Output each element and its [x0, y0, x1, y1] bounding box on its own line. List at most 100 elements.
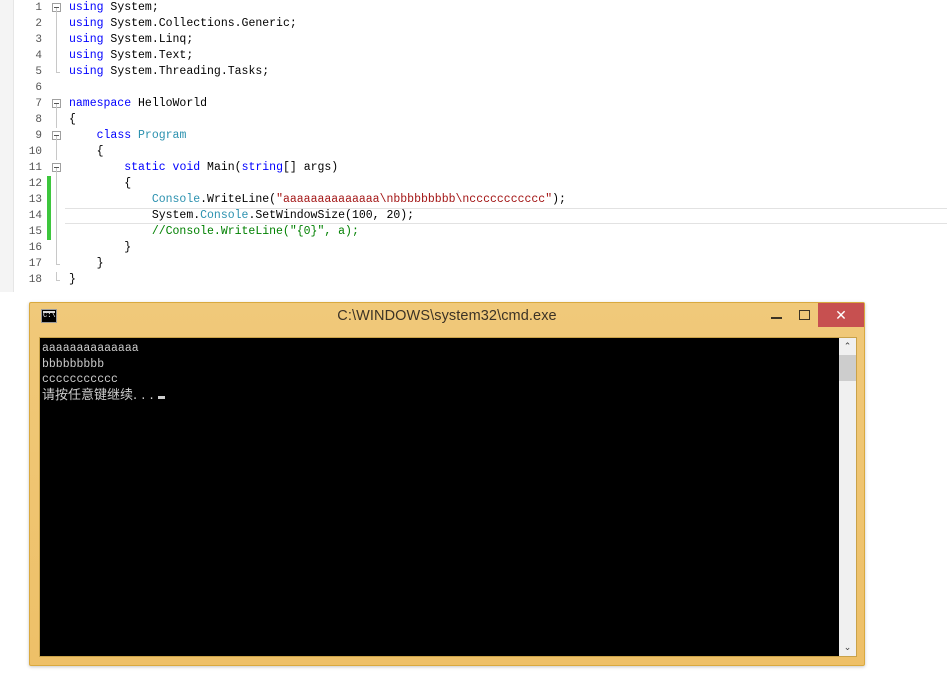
code-token-plain: .SetWindowSize(100, 20);	[248, 209, 415, 222]
code-line[interactable]: 8{	[13, 112, 947, 128]
console-scrollbar[interactable]: ⌃ ⌄	[838, 338, 856, 656]
code-text-wrap	[65, 80, 947, 96]
code-text-wrap: using System;	[65, 0, 947, 16]
fold-guide	[56, 256, 57, 264]
console-output-line: aaaaaaaaaaaaaa	[42, 342, 139, 355]
current-line-highlight: System.Console.SetWindowSize(100, 20);	[65, 208, 947, 224]
cmd-icon: C:\	[41, 309, 57, 323]
code-token-plain: );	[552, 193, 566, 206]
fold-collapse-icon[interactable]	[51, 128, 65, 144]
code-token-typ: Console	[151, 193, 201, 206]
code-text-wrap: {	[65, 176, 947, 192]
fold-end-tick	[56, 264, 60, 265]
code-line[interactable]: 17 }	[13, 256, 947, 272]
scrollbar-thumb[interactable]	[839, 355, 856, 381]
fold-guide	[56, 136, 57, 144]
code-text: Console.WriteLine("aaaaaaaaaaaaaa\nbbbbb…	[65, 192, 947, 208]
fold-guide	[56, 16, 57, 32]
code-text: static void Main(string[] args)	[65, 160, 947, 176]
fold-guide	[56, 272, 57, 280]
fold-guide	[56, 8, 57, 16]
fold-collapse-icon[interactable]	[51, 160, 65, 176]
maximize-icon	[798, 310, 810, 320]
console-body[interactable]: aaaaaaaaaaaaaa bbbbbbbbb ccccccccccc 请按任意键继…	[39, 337, 857, 657]
code-line[interactable]: 13 Console.WriteLine("aaaaaaaaaaaaaa\nbb…	[13, 192, 947, 208]
fold-guide-line	[51, 208, 65, 224]
code-text-area[interactable]: 1 using System; 2 using System.Collections.…	[13, 0, 947, 288]
line-number: 14	[28, 210, 42, 222]
fold-guide-line	[51, 224, 65, 240]
console-output-text: aaaaaaaaaaaaaa bbbbbbbbb ccccccccccc 请按任意键继…	[40, 338, 838, 656]
line-number: 8	[35, 114, 42, 126]
code-text-wrap: using System.Linq;	[65, 32, 947, 48]
code-text-wrap: using System.Collections.Generic;	[65, 16, 947, 32]
line-number: 12	[28, 178, 42, 190]
line-number: 15	[28, 226, 42, 238]
code-token-kw: void	[172, 161, 201, 174]
code-line[interactable]: 6	[13, 80, 947, 96]
code-line[interactable]: 12 {	[13, 176, 947, 192]
maximize-button[interactable]	[790, 303, 818, 327]
code-token-plain: System.Text;	[103, 49, 194, 62]
code-token-plain: System;	[103, 1, 159, 14]
editor-left-strip	[0, 0, 14, 292]
code-token-str: "aaaaaaaaaaaaaa\nbbbbbbbbb\nccccccccccc"	[276, 193, 553, 206]
fold-guide	[56, 104, 57, 112]
line-number: 17	[28, 258, 42, 270]
line-number: 6	[35, 82, 42, 94]
line-number: 1	[35, 2, 42, 14]
scroll-down-arrow-icon[interactable]: ⌄	[839, 639, 856, 656]
code-line[interactable]: 3 using System.Linq;	[13, 32, 947, 48]
fold-guide	[56, 144, 57, 160]
code-line[interactable]: 10 {	[13, 144, 947, 160]
console-titlebar[interactable]: C:\ C:\WINDOWS\system32\cmd.exe ✕	[30, 303, 864, 329]
code-text: //Console.WriteLine("{0}", a);	[65, 224, 947, 240]
close-button[interactable]: ✕	[818, 303, 864, 327]
code-line[interactable]: 11 static void Main(string[] args)	[13, 160, 947, 176]
fold-collapse-icon[interactable]	[51, 96, 65, 112]
code-token-plain: System.Threading.Tasks;	[103, 65, 270, 78]
fold-guide	[56, 192, 57, 208]
fold-guide-line	[51, 176, 65, 192]
code-line[interactable]: 7 namespace HelloWorld	[13, 96, 947, 112]
code-line[interactable]: 9 class Program	[13, 128, 947, 144]
fold-guide	[56, 240, 57, 256]
scroll-up-arrow-icon[interactable]: ⌃	[839, 338, 856, 355]
code-line[interactable]: 14 System.Console.SetWindowSize(100, 20)…	[13, 208, 947, 224]
code-token-plain: System.Linq;	[103, 33, 194, 46]
line-number: 10	[28, 146, 42, 158]
code-line[interactable]: 4 using System.Text;	[13, 48, 947, 64]
minimize-icon	[770, 317, 782, 319]
line-number: 11	[28, 162, 42, 174]
code-line[interactable]: 18}	[13, 272, 947, 288]
code-token-kw: using	[69, 33, 104, 46]
line-number: 3	[35, 34, 42, 46]
line-number: 7	[35, 98, 42, 110]
cmd-console-window[interactable]: C:\ C:\WINDOWS\system32\cmd.exe ✕ aaaaaa…	[29, 302, 865, 666]
code-line[interactable]: 15 //Console.WriteLine("{0}", a);	[13, 224, 947, 240]
code-token-kw: using	[69, 65, 104, 78]
fold-guide	[56, 168, 57, 176]
code-text-wrap: //Console.WriteLine("{0}", a);	[65, 224, 947, 240]
scrollbar-track[interactable]	[839, 355, 856, 639]
minimize-button[interactable]	[762, 303, 790, 327]
code-line[interactable]: 16 }	[13, 240, 947, 256]
fold-collapse-icon[interactable]	[51, 0, 65, 16]
code-line[interactable]: 5 using System.Threading.Tasks;	[13, 64, 947, 80]
console-cursor	[157, 395, 165, 399]
fold-guide-line	[51, 32, 65, 48]
fold-guide-line	[51, 240, 65, 256]
code-text: }	[65, 240, 947, 256]
line-number: 18	[28, 274, 42, 286]
code-token-typ: Console	[200, 209, 249, 222]
line-number: 4	[35, 50, 42, 62]
fold-guide	[56, 208, 57, 224]
code-token-plain: System.Collections.Generic;	[103, 17, 297, 30]
code-line[interactable]: 2 using System.Collections.Generic;	[13, 16, 947, 32]
code-text: {	[65, 144, 947, 160]
code-line[interactable]: 1 using System;	[13, 0, 947, 16]
fold-guide-line	[51, 48, 65, 64]
fold-guide-line	[51, 112, 65, 128]
